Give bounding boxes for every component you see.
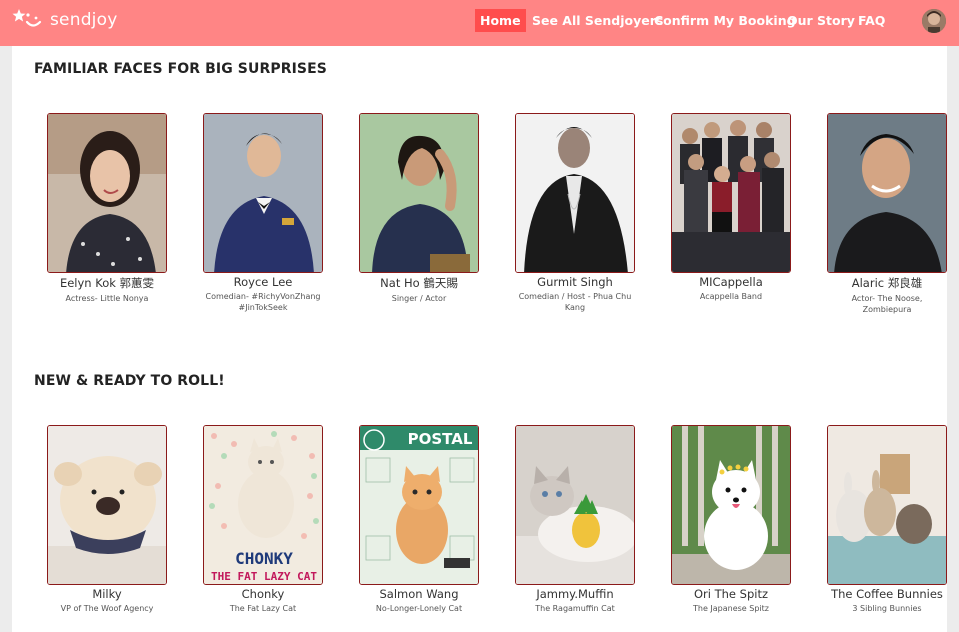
smiley-star-icon (12, 9, 42, 27)
pet-image: CHONKY THE FAT LAZY CAT (203, 425, 323, 585)
card-salmon-wang[interactable]: POSTAL Salmon Wang No-Longer-Lonely Cat (359, 425, 479, 614)
section-title-new-ready: NEW & READY TO ROLL! (34, 373, 225, 389)
card-description: Actress- Little Nonya (65, 294, 149, 303)
card-eelyn-kok[interactable]: Eelyn Kok 郭蕙雯 Actress- Little Nonya (47, 113, 167, 304)
card-nat-ho[interactable]: Nat Ho 鶴天賜 Singer / Actor (359, 113, 479, 304)
card-name: Ori The Spitz (693, 587, 768, 601)
card-description: The Japanese Spitz (692, 604, 769, 613)
card-description: Singer / Actor (391, 294, 447, 303)
portrait-image (203, 113, 323, 273)
card-jammy-muffin[interactable]: Jammy.Muffin The Ragamuffin Cat (515, 425, 635, 614)
card-name: Nat Ho 鶴天賜 (380, 276, 458, 290)
card-royce-lee[interactable]: Royce Lee Comedian- #RichyVonZhang #JinT… (203, 113, 323, 313)
card-name: Chonky (241, 587, 285, 601)
card-alaric[interactable]: Alaric 郑良雄 Actor- The Noose, Zombiepura (827, 113, 947, 315)
card-name: Eelyn Kok 郭蕙雯 (59, 276, 155, 290)
pet-image: POSTAL (359, 425, 479, 585)
nav-see-all-sendjoyers[interactable]: See All Sendjoyers (527, 9, 668, 32)
card-description: The Ragamuffin Cat (535, 604, 615, 613)
card-gurmit-singh[interactable]: Gurmit Singh Comedian / Host - Phua Chu … (515, 113, 635, 313)
portrait-image (827, 113, 947, 273)
card-name: Jammy.Muffin (536, 587, 614, 601)
card-the-coffee-bunnies[interactable]: The Coffee Bunnies 3 Sibling Bunnies (827, 425, 947, 614)
photo-caption-postal: POSTAL (408, 430, 473, 448)
card-milky[interactable]: Milky VP of The Woof Agency (47, 425, 167, 614)
portrait-image (47, 113, 167, 273)
top-navbar: sendjoy Home See All Sendjoyers Confirm … (0, 0, 959, 46)
pet-image (47, 425, 167, 585)
card-description: 3 Sibling Bunnies (852, 604, 922, 613)
user-avatar[interactable] (922, 9, 946, 33)
pet-image (515, 425, 635, 585)
card-name: Alaric 郑良雄 (851, 276, 923, 290)
nav-faq[interactable]: FAQ (853, 9, 890, 32)
photo-caption-chonky: CHONKY (235, 549, 293, 568)
main-content: FAMILIAR FACES FOR BIG SURPRISES Eelyn K… (12, 46, 947, 632)
photo-caption-fat-lazy-cat: THE FAT LAZY CAT (211, 570, 317, 583)
card-description: Comedian- #RichyVonZhang #JinTokSeek (205, 292, 321, 312)
card-ori-the-spitz[interactable]: Ori The Spitz The Japanese Spitz (671, 425, 791, 614)
card-description: The Fat Lazy Cat (229, 604, 297, 613)
pet-image (827, 425, 947, 585)
card-description: No-Longer-Lonely Cat (375, 604, 463, 613)
card-chonky[interactable]: CHONKY THE FAT LAZY CAT Chonky The Fat L… (203, 425, 323, 614)
card-name: Salmon Wang (379, 587, 459, 601)
card-name: The Coffee Bunnies (831, 587, 943, 601)
card-description: VP of The Woof Agency (60, 604, 154, 613)
nav-our-story[interactable]: Our Story (782, 9, 860, 32)
nav-confirm-my-booking[interactable]: Confirm My Booking (649, 9, 801, 32)
section-title-familiar-faces: FAMILIAR FACES FOR BIG SURPRISES (34, 61, 327, 77)
pet-image (671, 425, 791, 585)
group-image (671, 113, 791, 273)
card-name: Milky (92, 587, 122, 601)
portrait-image (515, 113, 635, 273)
card-name: Royce Lee (233, 275, 293, 289)
portrait-image (359, 113, 479, 273)
card-description: Comedian / Host - Phua Chu Kang (518, 292, 632, 312)
brand-name: sendjoy (50, 10, 118, 30)
card-name: Gurmit Singh (537, 275, 613, 289)
sendjoy-logo[interactable]: sendjoy (12, 8, 117, 32)
card-micappella[interactable]: MICappella Acappella Band (671, 113, 791, 302)
card-description: Actor- The Noose, Zombiepura (851, 294, 923, 314)
nav-home[interactable]: Home (475, 9, 526, 32)
card-description: Acappella Band (699, 292, 763, 301)
card-name: MICappella (699, 275, 763, 289)
